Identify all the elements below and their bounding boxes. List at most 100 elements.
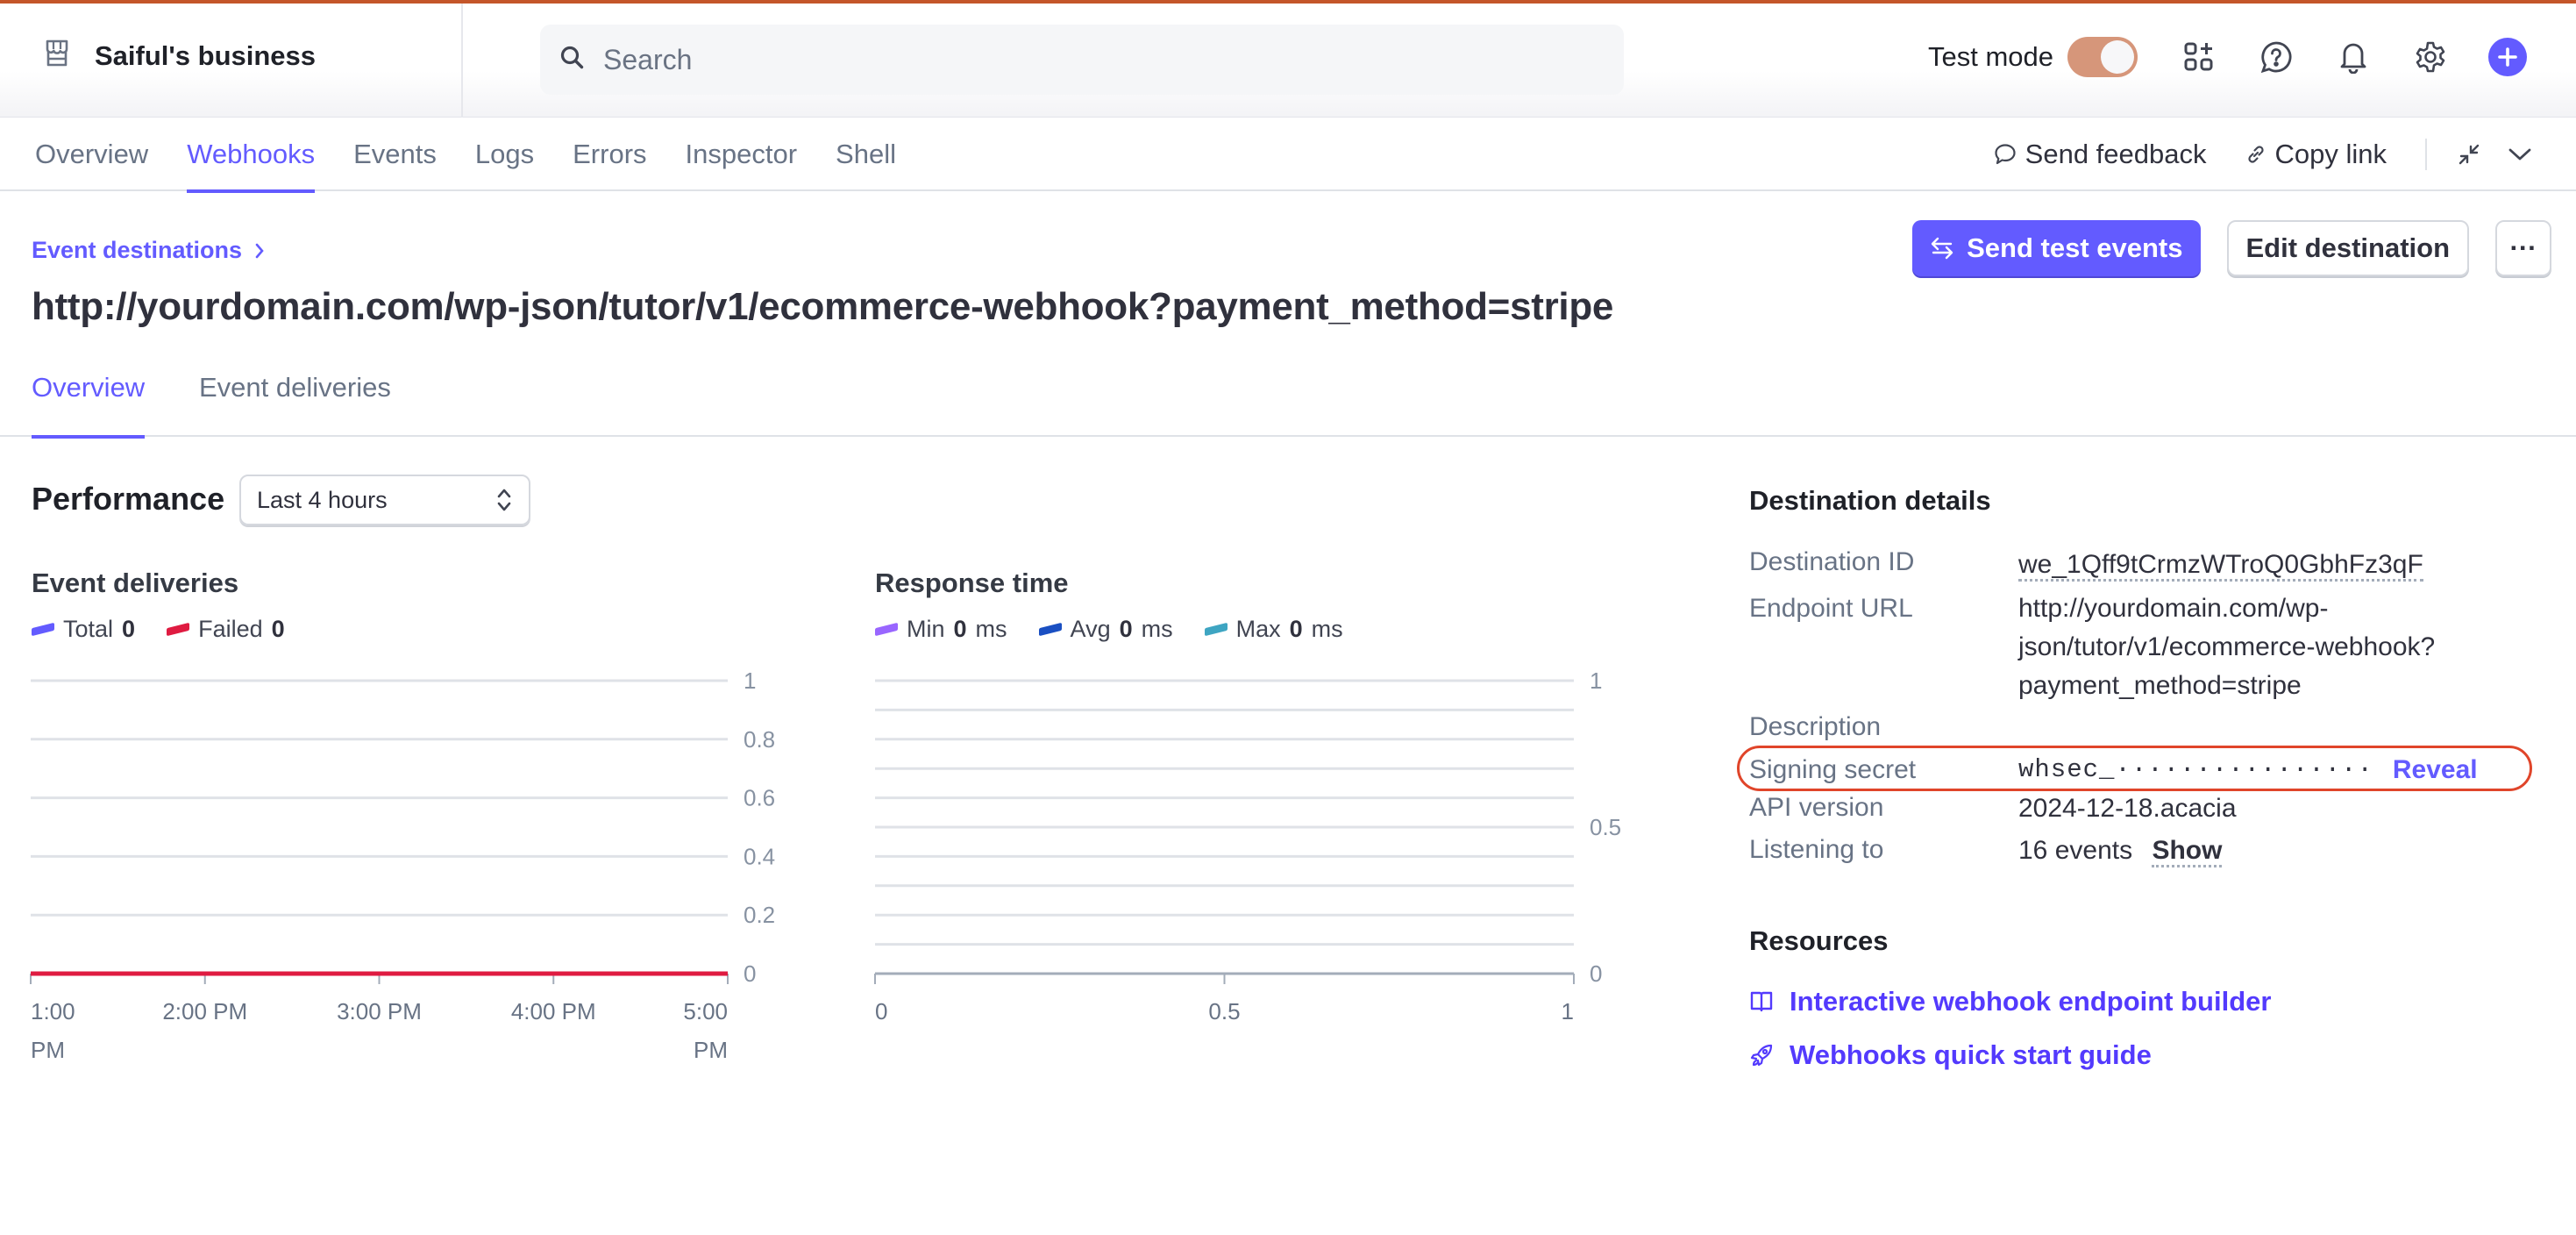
y-tick-label: 1	[1590, 667, 1602, 694]
divider	[2425, 139, 2427, 170]
book-icon	[1750, 991, 1773, 1012]
response-time-chart-title: Response time	[875, 568, 1069, 598]
y-tick-label: 0.2	[744, 902, 775, 928]
swap-arrows-icon	[1931, 237, 1953, 260]
destination-id-label: Destination ID	[1749, 547, 1915, 576]
show-events-button[interactable]: Show	[2152, 836, 2223, 867]
legend-swatch	[1204, 622, 1228, 637]
rocket-icon	[1750, 1044, 1773, 1067]
destination-id-value[interactable]: we_1Qff9tCrmzWTroQ0GbhFz3qF	[2018, 550, 2423, 582]
test-mode-toggle[interactable]	[2067, 37, 2138, 77]
legend-label: Failed	[198, 616, 263, 642]
nav-tab-logs[interactable]: Logs	[475, 118, 534, 191]
help-icon[interactable]	[2257, 38, 2295, 76]
create-button[interactable]	[2488, 38, 2527, 76]
resource-link-endpoint-builder[interactable]: Interactive webhook endpoint builder	[1749, 986, 2271, 1017]
speech-bubble-icon	[1995, 144, 2016, 165]
y-tick-label: 0.5	[1590, 814, 1621, 840]
legend-item-failed: Failed 0	[167, 616, 285, 643]
nav-tab-events[interactable]: Events	[353, 118, 437, 191]
legend-label: Max	[1235, 616, 1281, 642]
y-tick-label: 0.4	[744, 843, 775, 869]
legend-item-total: Total 0	[32, 616, 135, 643]
select-chevrons-icon	[497, 489, 511, 511]
event-deliveries-chart: 0 0.2 0.4 0.6 0.8 1 1:00 PM 2:00 PM 3:00 PM 4:00 P…	[30, 667, 775, 1063]
store-icon	[44, 39, 70, 73]
breadcrumb-event-destinations[interactable]: Event destinations	[32, 237, 242, 264]
endpoint-url-label: Endpoint URL	[1749, 594, 1913, 623]
endpoint-url-row: Endpoint URL http://yourdomain.com/wp- j…	[1749, 589, 2435, 705]
legend-swatch	[167, 622, 190, 637]
signing-secret-value: whsec_················	[2018, 755, 2373, 784]
resources-title: Resources	[1749, 925, 1889, 956]
divider	[461, 4, 463, 118]
nav-tab-webhooks[interactable]: Webhooks	[187, 118, 315, 193]
link-icon	[2247, 146, 2264, 163]
x-tick-label: 3:00 PM	[337, 998, 422, 1024]
product-nav: Overview Webhooks Events Logs Errors Inspecto…	[0, 118, 2576, 193]
legend-unit: ms	[975, 616, 1007, 642]
legend-label: Min	[907, 616, 945, 642]
time-range-value: Last 4 hours	[257, 486, 388, 513]
response-time-chart: 00.510 0.5 1	[874, 667, 1621, 1024]
destination-details-title: Destination details	[1749, 485, 1991, 516]
api-version-value: 2024-12-18.acacia	[2018, 794, 2237, 823]
time-range-select[interactable]: Last 4 hours	[239, 475, 530, 525]
endpoint-url-line: payment_method=stripe	[2018, 671, 2302, 700]
legend-label: Avg	[1070, 616, 1111, 642]
performance-title: Performance	[32, 481, 225, 517]
send-test-events-button[interactable]: Send test events	[1912, 220, 2201, 276]
account-switcher[interactable]: Saiful's business	[44, 39, 316, 73]
edit-destination-button[interactable]: Edit destination	[2226, 220, 2469, 276]
api-version-label: API version	[1749, 793, 1884, 822]
signing-secret-label: Signing secret	[1749, 755, 1917, 784]
breadcrumb[interactable]: Event destinations	[32, 237, 265, 264]
plus-icon	[2498, 47, 2517, 67]
nav-tab-shell[interactable]: Shell	[836, 118, 896, 191]
x-tick-label: 0	[875, 998, 887, 1024]
event-deliveries-legend: Total 0 Failed 0	[32, 616, 285, 643]
apps-icon[interactable]	[2180, 38, 2218, 76]
resource-link-label: Webhooks quick start guide	[1790, 1039, 2152, 1070]
page-title: http://yourdomain.com/wp-json/tutor/v1/e…	[32, 285, 1614, 328]
chevron-down-icon[interactable]	[2502, 137, 2537, 172]
x-tick-label: 0.5	[1208, 998, 1240, 1024]
listening-to-label: Listening to	[1749, 835, 1884, 864]
test-mode-label: Test mode	[1927, 41, 2053, 72]
bell-icon[interactable]	[2334, 38, 2373, 76]
response-time-legend: Min 0 ms Avg 0 ms Max 0 ms	[875, 616, 1343, 643]
legend-swatch	[875, 622, 898, 637]
legend-value: 0	[953, 616, 967, 642]
search-input[interactable]	[603, 43, 1568, 76]
collapse-icon[interactable]	[2451, 137, 2487, 172]
send-feedback-button[interactable]: Send feedback	[1994, 139, 2207, 170]
signing-secret-row: Signing secret whsec_················ Re…	[1749, 751, 2478, 789]
legend-swatch	[1038, 622, 1062, 637]
destination-id-row: Destination ID we_1Qff9tCrmzWTroQ0GbhFz3…	[1749, 547, 2423, 582]
nav-tab-inspector[interactable]: Inspector	[686, 118, 798, 191]
send-feedback-label: Send feedback	[2025, 139, 2207, 169]
reveal-secret-button[interactable]: Reveal	[2393, 755, 2478, 785]
x-tick-label: 4:00 PM	[511, 998, 596, 1024]
x-tick-label: 1:00	[31, 998, 75, 1024]
search-box[interactable]	[540, 25, 1624, 95]
legend-value: 0	[122, 616, 136, 642]
resource-link-label: Interactive webhook endpoint builder	[1790, 986, 2272, 1017]
subtab-event-deliveries[interactable]: Event deliveries	[199, 354, 391, 437]
nav-tab-errors[interactable]: Errors	[573, 118, 646, 191]
legend-value: 0	[1119, 616, 1133, 642]
nav-tab-overview[interactable]: Overview	[35, 118, 148, 191]
y-tick-label: 0.6	[744, 785, 775, 811]
description-label: Description	[1749, 712, 1882, 741]
resource-link-quick-start[interactable]: Webhooks quick start guide	[1749, 1039, 2152, 1071]
account-name: Saiful's business	[95, 39, 317, 71]
chevron-right-icon	[255, 243, 264, 258]
more-options-button[interactable]: ···	[2495, 220, 2551, 276]
x-tick-label: PM	[31, 1037, 65, 1063]
copy-link-button[interactable]: Copy link	[2245, 139, 2387, 170]
legend-unit: ms	[1141, 616, 1173, 642]
gear-icon[interactable]	[2411, 38, 2450, 76]
legend-item-avg: Avg 0 ms	[1038, 616, 1173, 643]
subtab-overview[interactable]: Overview	[32, 354, 146, 439]
copy-link-label: Copy link	[2274, 139, 2387, 169]
